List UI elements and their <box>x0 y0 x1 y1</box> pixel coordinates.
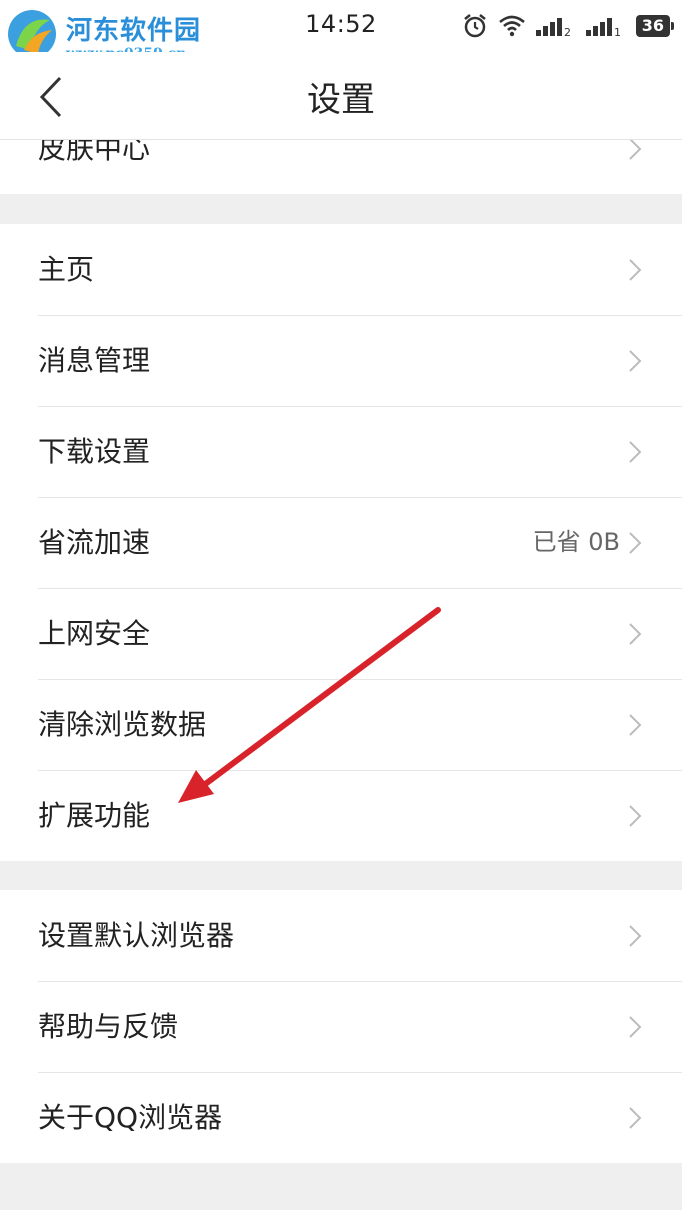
row-label: 下载设置 <box>38 435 151 468</box>
row-label: 皮肤中心 <box>38 140 151 165</box>
sim2-label: 2 <box>564 26 571 37</box>
settings-row-data-saver[interactable]: 省流加速 已省 0B <box>0 497 682 588</box>
alarm-icon <box>463 14 486 38</box>
chevron-right-icon <box>629 714 642 736</box>
wifi-icon <box>498 15 525 37</box>
signal-sim2-icon: 2 <box>535 18 571 37</box>
settings-row-browsing-security[interactable]: 上网安全 <box>0 588 682 679</box>
row-label: 上网安全 <box>38 617 151 650</box>
chevron-right-icon <box>629 350 642 372</box>
chevron-right-icon <box>629 1016 642 1038</box>
row-label: 设置默认浏览器 <box>38 919 235 952</box>
chevron-right-icon <box>629 441 642 463</box>
settings-row-homepage[interactable]: 主页 <box>0 224 682 315</box>
settings-row-clear-browsing-data[interactable]: 清除浏览数据 <box>0 679 682 770</box>
signal-sim1-icon: 1 <box>585 18 621 37</box>
row-label: 帮助与反馈 <box>38 1010 179 1043</box>
data-saved-value: 已省 0B <box>532 528 620 556</box>
chevron-right-icon <box>629 805 642 827</box>
settings-row-message-management[interactable]: 消息管理 <box>0 315 682 406</box>
sim1-label: 1 <box>614 26 621 37</box>
settings-row-about-qq-browser[interactable]: 关于QQ浏览器 <box>0 1072 682 1163</box>
settings-row-skin-center[interactable]: 皮肤中心 <box>0 140 682 194</box>
settings-section-main: 主页 消息管理 下载设置 省流加速 已省 0B 上网安全 清除浏览数据 扩展功能 <box>0 224 682 861</box>
row-label: 消息管理 <box>38 344 151 377</box>
chevron-right-icon <box>629 1107 642 1129</box>
row-label: 扩展功能 <box>38 799 151 832</box>
row-label: 省流加速 <box>38 526 151 559</box>
settings-row-default-browser[interactable]: 设置默认浏览器 <box>0 890 682 981</box>
settings-section-skin: 皮肤中心 <box>0 140 682 194</box>
settings-row-help-feedback[interactable]: 帮助与反馈 <box>0 981 682 1072</box>
chevron-right-icon <box>629 259 642 281</box>
page-title: 设置 <box>307 80 375 120</box>
chevron-right-icon <box>629 532 642 554</box>
chevron-right-icon <box>629 140 642 160</box>
row-label: 主页 <box>38 253 95 286</box>
watermark-name: 河东软件园 <box>66 16 202 46</box>
battery-indicator: 36 <box>635 15 675 37</box>
settings-section-about: 设置默认浏览器 帮助与反馈 关于QQ浏览器 <box>0 890 682 1163</box>
settings-row-extensions[interactable]: 扩展功能 <box>0 770 682 861</box>
status-icons: 2 1 36 <box>462 12 675 40</box>
chevron-right-icon <box>629 925 642 947</box>
row-label: 清除浏览数据 <box>38 708 207 741</box>
chevron-right-icon <box>629 623 642 645</box>
nav-header: 设置 <box>0 52 682 140</box>
row-label: 关于QQ浏览器 <box>38 1101 223 1134</box>
settings-row-download-settings[interactable]: 下载设置 <box>0 406 682 497</box>
